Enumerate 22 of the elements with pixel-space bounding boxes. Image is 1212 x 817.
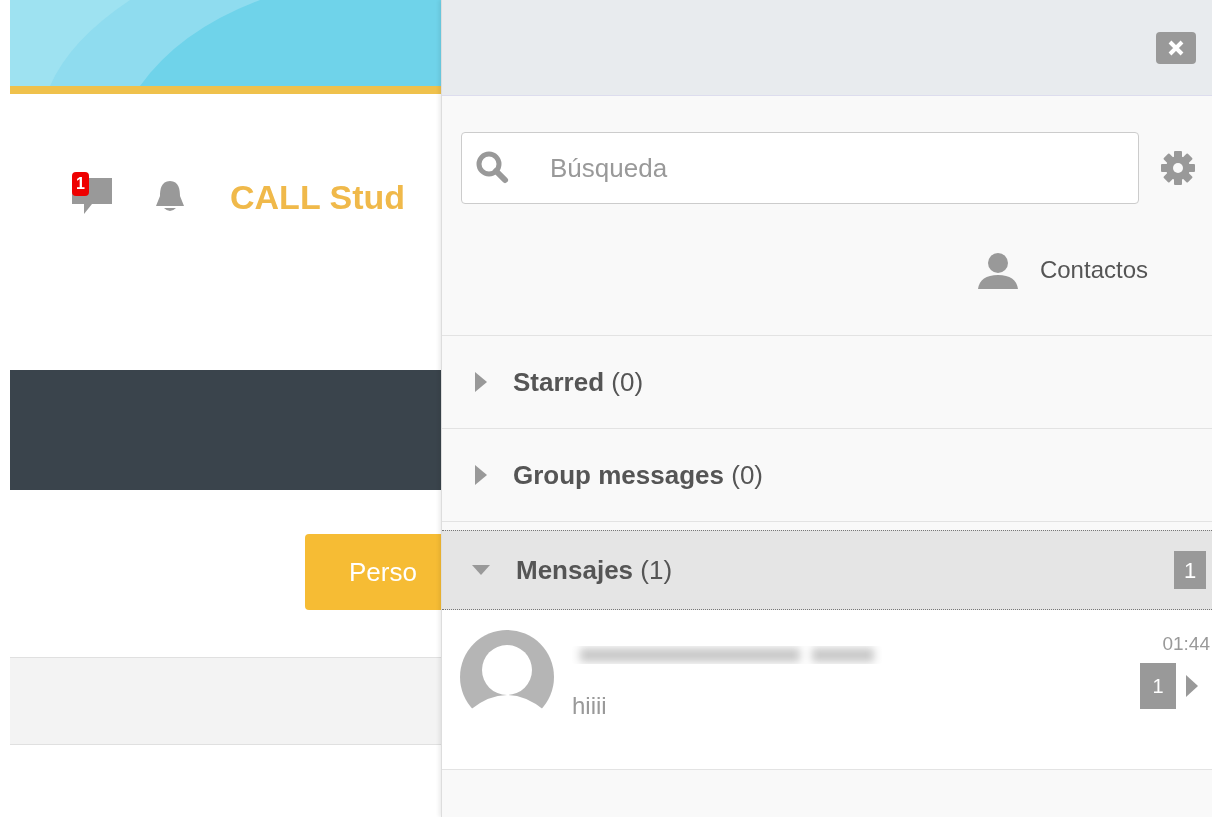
message-time: 01:44 xyxy=(1162,632,1210,656)
section-header[interactable]: Group messages (0) xyxy=(442,429,1212,522)
unread-badge: 1 xyxy=(1140,662,1176,709)
caret-right-icon xyxy=(1186,674,1198,697)
search-field[interactable]: Búsqueda xyxy=(461,132,1139,204)
section-title: Starred (0) xyxy=(513,365,644,399)
close-button[interactable] xyxy=(1156,31,1196,64)
notification-badge: 1 xyxy=(72,172,89,196)
caret-right-icon xyxy=(475,372,487,392)
section-title: Group messages (0) xyxy=(513,458,763,492)
caret-right-icon xyxy=(475,465,487,485)
person-icon xyxy=(977,250,1018,289)
message-text: hiiii xyxy=(572,691,608,721)
settings-icon[interactable] xyxy=(1160,150,1196,186)
close-icon xyxy=(1168,39,1184,56)
caret-down-icon xyxy=(472,565,490,575)
section-header[interactable]: Starred (0) xyxy=(442,336,1212,429)
contacts-link[interactable]: Contactos xyxy=(977,250,1148,289)
section-header[interactable]: Mensajes (1) 1 xyxy=(442,530,1212,610)
section-title: Mensajes (1) xyxy=(516,553,673,587)
avatar-icon xyxy=(460,630,554,724)
unread-badge: 1 xyxy=(1174,551,1206,589)
